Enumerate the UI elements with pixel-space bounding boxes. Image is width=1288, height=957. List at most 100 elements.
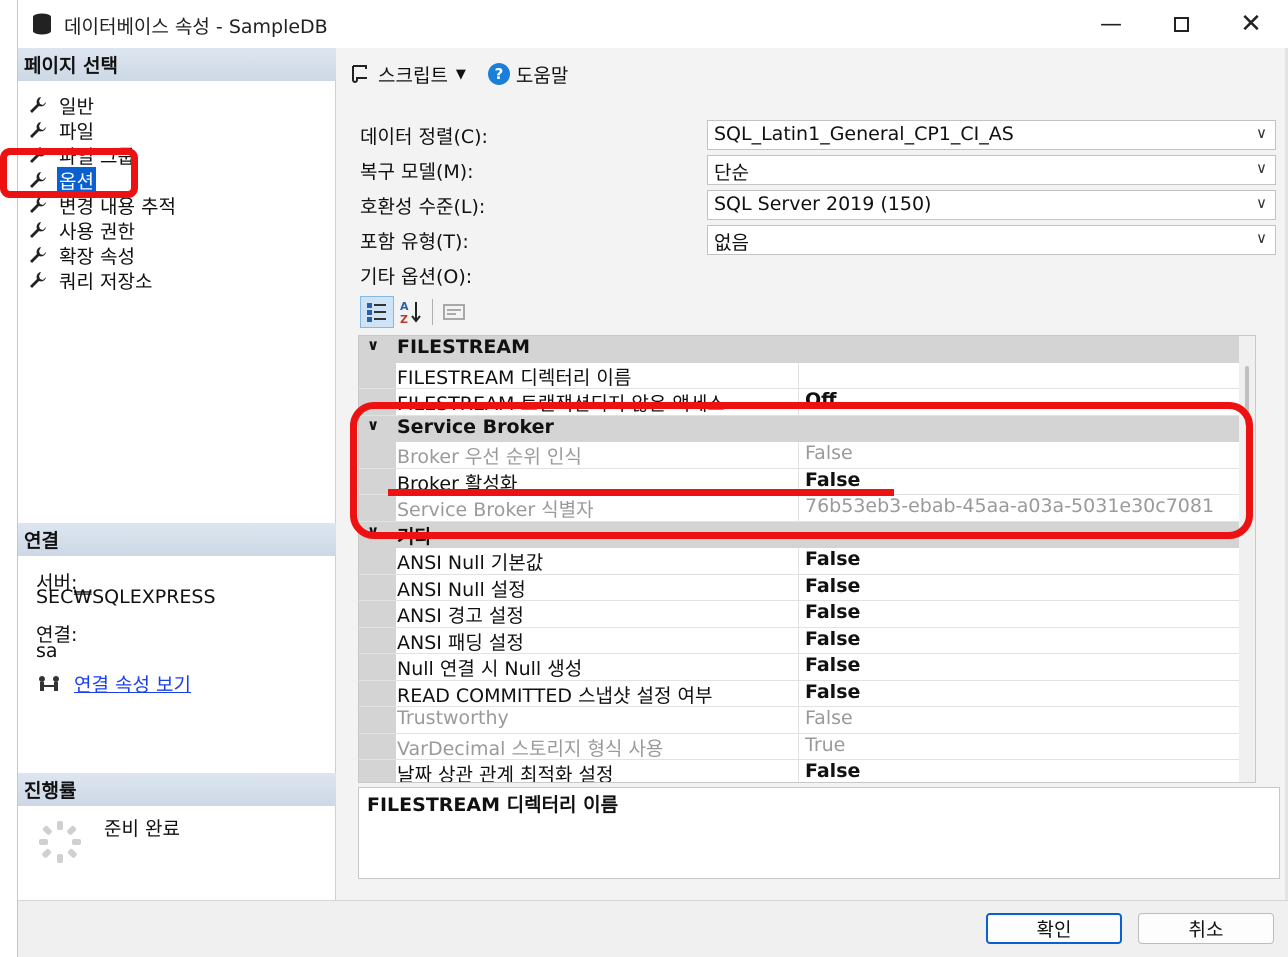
- nav-item-label: 쿼리 저장소: [59, 270, 153, 293]
- field-label: 데이터 정렬(C):: [360, 126, 488, 148]
- grid-property-row[interactable]: Null 연결 시 Null 생성 False: [359, 654, 1239, 681]
- nav-item-6[interactable]: 확장 속성: [28, 243, 137, 268]
- help-icon: ?: [487, 63, 510, 85]
- property-pages-icon: [443, 304, 465, 320]
- row-gutter: [359, 760, 396, 782]
- chevron-down-icon[interactable]: ∨: [1256, 124, 1267, 142]
- view-connection-properties[interactable]: 연결 속성 보기: [36, 670, 191, 697]
- wrench-icon: [30, 122, 46, 138]
- field-label: 호환성 수준(L):: [360, 196, 486, 218]
- field-row-3: 포함 유형(T): 없음 ∨: [360, 225, 1280, 255]
- row-gutter: [359, 548, 396, 574]
- field-row-0: 데이터 정렬(C): SQL_Latin1_General_CP1_CI_AS ∨: [360, 120, 1280, 150]
- field-value: SQL Server 2019 (150): [714, 193, 932, 215]
- sort-az-icon: A Z: [400, 300, 421, 325]
- toolbar-separator: [432, 299, 433, 325]
- property-value[interactable]: False: [805, 601, 1235, 623]
- view-connection-properties-link[interactable]: 연결 속성 보기: [74, 670, 191, 697]
- nav-item-label: 일반: [59, 95, 94, 118]
- categorized-view-button[interactable]: [360, 296, 394, 328]
- other-options-row: 기타 옵션(O):: [360, 260, 1280, 290]
- row-gutter: [359, 707, 396, 733]
- nav-item-7[interactable]: 쿼리 저장소: [28, 268, 154, 293]
- script-button[interactable]: 스크립트 ▼: [348, 61, 478, 88]
- collapse-toggle-icon[interactable]: ∨: [367, 336, 379, 354]
- minimize-icon: —: [1100, 11, 1122, 37]
- script-dropdown-icon[interactable]: ▼: [456, 67, 466, 82]
- property-value[interactable]: True: [805, 734, 1235, 756]
- progress-spinner-icon: [39, 821, 81, 863]
- property-description: FILESTREAM 디렉터리 이름: [358, 787, 1280, 879]
- field-label: 복구 모델(M):: [360, 161, 474, 183]
- close-icon: ✕: [1240, 9, 1262, 39]
- property-name: 날짜 상관 관계 최적화 설정: [397, 760, 799, 782]
- chevron-down-icon[interactable]: ∨: [1256, 159, 1267, 177]
- nav-item-0[interactable]: 일반: [28, 93, 96, 118]
- property-value[interactable]: False: [805, 654, 1235, 676]
- bottom-bar: 확인 취소: [18, 900, 1288, 957]
- annotation-highlight-service-broker: [350, 402, 1253, 539]
- property-value[interactable]: False: [805, 548, 1235, 570]
- row-gutter: [359, 362, 396, 388]
- script-icon: [352, 65, 367, 83]
- grid-category-row[interactable]: ∨ FILESTREAM: [359, 336, 1239, 363]
- chevron-down-icon[interactable]: ∨: [1256, 229, 1267, 247]
- field-select[interactable]: SQL Server 2019 (150) ∨: [707, 190, 1276, 220]
- grid-property-row[interactable]: 날짜 상관 관계 최적화 설정 False: [359, 760, 1239, 782]
- property-value[interactable]: False: [805, 760, 1235, 782]
- nav-item-label: 사용 권한: [59, 220, 135, 243]
- property-name: ANSI Null 기본값: [397, 548, 799, 574]
- grid-property-row[interactable]: READ COMMITTED 스냅샷 설정 여부 False: [359, 680, 1239, 707]
- field-select[interactable]: 단순 ∨: [707, 155, 1276, 185]
- nav-item-1[interactable]: 파일: [28, 118, 96, 143]
- wrench-icon: [30, 97, 46, 113]
- database-icon: [33, 13, 51, 35]
- property-grid-scrollbar[interactable]: [1239, 336, 1255, 782]
- category-name: FILESTREAM: [397, 336, 530, 358]
- grid-property-row[interactable]: ANSI 패딩 설정 False: [359, 627, 1239, 654]
- connection-header: 연결: [18, 523, 336, 556]
- field-select[interactable]: 없음 ∨: [707, 225, 1276, 255]
- minimize-button[interactable]: —: [1086, 8, 1136, 40]
- svg-text:A: A: [400, 300, 409, 313]
- grid-toolbar: A Z: [360, 296, 471, 328]
- property-name: Trustworthy: [397, 707, 799, 733]
- row-gutter: [359, 574, 396, 600]
- wrench-icon: [30, 247, 46, 263]
- ok-button[interactable]: 확인: [986, 913, 1122, 944]
- help-button[interactable]: ? 도움말: [487, 61, 568, 88]
- grid-property-row[interactable]: FILESTREAM 디렉터리 이름: [359, 362, 1239, 389]
- grid-property-row[interactable]: ANSI Null 설정 False: [359, 574, 1239, 601]
- property-value[interactable]: False: [805, 707, 1235, 729]
- wrench-icon: [30, 272, 46, 288]
- close-button[interactable]: ✕: [1226, 8, 1276, 40]
- property-name: Null 연결 시 Null 생성: [397, 654, 799, 680]
- field-select[interactable]: SQL_Latin1_General_CP1_CI_AS ∨: [707, 120, 1276, 150]
- cancel-button[interactable]: 취소: [1138, 913, 1274, 944]
- toolbar: 스크립트 ▼ ? 도움말: [348, 58, 578, 90]
- chevron-down-icon[interactable]: ∨: [1256, 194, 1267, 212]
- grid-property-row[interactable]: ANSI 경고 설정 False: [359, 601, 1239, 628]
- maximize-icon: [1173, 16, 1189, 32]
- grid-property-row[interactable]: ANSI Null 기본값 False: [359, 548, 1239, 575]
- row-gutter: [359, 733, 396, 759]
- property-name: VarDecimal 스토리지 형식 사용: [397, 733, 799, 759]
- field-value: 없음: [714, 232, 749, 254]
- connection-icon: [39, 675, 59, 691]
- nav-item-5[interactable]: 사용 권한: [28, 218, 137, 243]
- property-value[interactable]: False: [805, 628, 1235, 650]
- alphabetical-sort-button[interactable]: A Z: [394, 296, 428, 328]
- property-value[interactable]: False: [805, 681, 1235, 703]
- annotation-highlight-options: [0, 148, 138, 198]
- property-name: FILESTREAM 디렉터리 이름: [397, 362, 799, 388]
- field-value: 단순: [714, 162, 749, 184]
- field-row-2: 호환성 수준(L): SQL Server 2019 (150) ∨: [360, 190, 1280, 220]
- row-gutter: [359, 601, 396, 627]
- property-pages-button[interactable]: [437, 296, 471, 328]
- grid-property-row[interactable]: VarDecimal 스토리지 형식 사용 True: [359, 733, 1239, 760]
- svg-text:Z: Z: [400, 313, 408, 325]
- nav-item-label: 확장 속성: [59, 245, 135, 268]
- grid-property-row[interactable]: Trustworthy False: [359, 707, 1239, 734]
- maximize-button[interactable]: [1156, 8, 1206, 40]
- property-value[interactable]: False: [805, 575, 1235, 597]
